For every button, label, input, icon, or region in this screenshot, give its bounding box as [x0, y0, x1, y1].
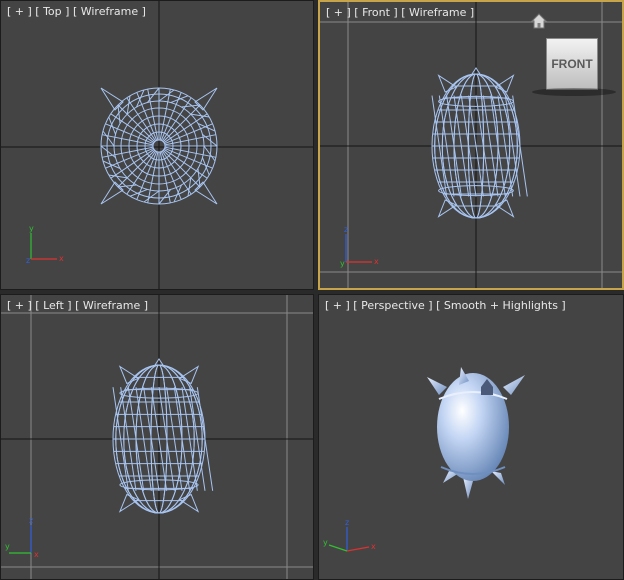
viewcube-front-face[interactable]: FRONT — [546, 38, 598, 90]
viewport-shading-mode[interactable]: [ Wireframe ] — [401, 6, 474, 19]
axis-right-label: x — [371, 542, 376, 551]
viewport-point-of-view[interactable]: [ Front ] — [354, 6, 397, 19]
axis-tripod-perspective: z x y — [323, 518, 376, 552]
viewport-label-perspective: [ + ] [ Perspective ] [ Smooth + Highlig… — [325, 299, 566, 312]
viewport-top[interactable]: [ + ] [ Top ] [ Wireframe ] y x z — [0, 0, 314, 290]
viewcube[interactable]: FRONT — [532, 38, 616, 96]
axis-origin-label: y — [323, 538, 328, 547]
viewport-front[interactable]: [ + ] [ Front ] [ Wireframe ] z x y FRON… — [318, 0, 624, 290]
viewport-point-of-view[interactable]: [ Perspective ] — [353, 299, 432, 312]
viewport-canvas-top[interactable]: y x z — [1, 1, 314, 290]
viewport-canvas-left[interactable]: z y x — [1, 295, 314, 580]
viewport-menu-plus[interactable]: [ + ] — [325, 299, 350, 312]
axis-y-line — [328, 544, 348, 552]
viewport-menu-plus[interactable]: [ + ] — [7, 299, 32, 312]
viewcube-shadow — [532, 88, 616, 96]
object-wireframe-left[interactable] — [112, 358, 214, 514]
viewport-left[interactable]: [ + ] [ Left ] [ Wireframe ] z y x — [0, 294, 314, 580]
viewport-menu-plus[interactable]: [ + ] — [7, 5, 32, 18]
viewport-shading-mode[interactable]: [ Wireframe ] — [73, 5, 146, 18]
viewport-canvas-perspective[interactable]: z x y — [319, 295, 624, 580]
viewport-perspective[interactable]: [ + ] [ Perspective ] [ Smooth + Highlig… — [318, 294, 624, 580]
object-wireframe-front[interactable] — [431, 67, 528, 219]
axis-up-label: z — [345, 518, 349, 527]
viewport-point-of-view[interactable]: [ Left ] — [35, 299, 71, 312]
viewport-label-front: [ + ] [ Front ] [ Wireframe ] — [326, 6, 474, 19]
axis-right-label: x — [374, 257, 379, 266]
object-shaded-perspective[interactable] — [427, 367, 525, 499]
viewport-point-of-view[interactable]: [ Top ] — [35, 5, 69, 18]
axis-up-label: y — [29, 224, 34, 233]
viewport-label-left: [ + ] [ Left ] [ Wireframe ] — [7, 299, 148, 312]
viewport-shading-mode[interactable]: [ Smooth + Highlights ] — [436, 299, 566, 312]
axis-right-label: y — [5, 542, 10, 551]
axis-origin-label: x — [34, 550, 39, 559]
viewport-layout: [ + ] [ Top ] [ Wireframe ] y x z [ + ] … — [0, 0, 624, 580]
axis-origin-label: y — [340, 259, 345, 268]
viewport-shading-mode[interactable]: [ Wireframe ] — [75, 299, 148, 312]
viewport-label-top: [ + ] [ Top ] [ Wireframe ] — [7, 5, 146, 18]
axis-tripod-top: y x z — [26, 224, 64, 265]
axis-up-label: z — [29, 516, 33, 525]
axis-tripod-front: z x y — [340, 225, 379, 268]
axis-up-label: z — [344, 225, 348, 234]
home-icon[interactable] — [530, 12, 548, 30]
axis-tripod-left: z y x — [5, 516, 39, 559]
axis-x-line — [346, 546, 370, 552]
axis-origin-label: z — [26, 256, 30, 265]
viewport-menu-plus[interactable]: [ + ] — [326, 6, 351, 19]
axis-right-label: x — [59, 254, 64, 263]
